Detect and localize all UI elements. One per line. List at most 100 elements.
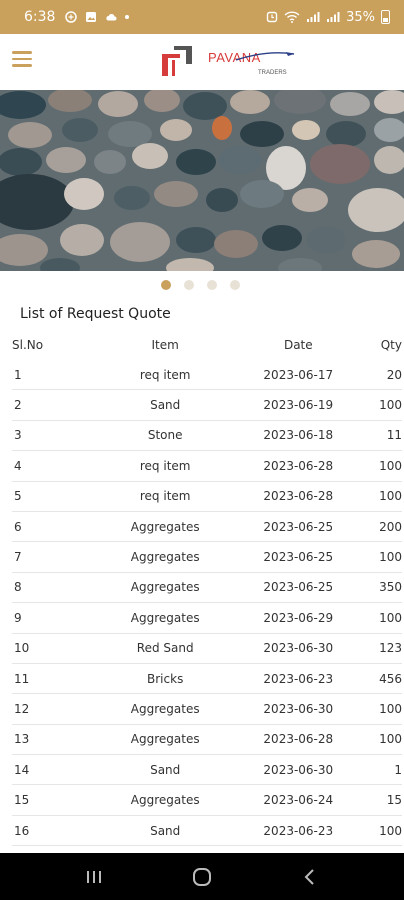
cell-qty: 100 xyxy=(379,701,402,716)
cell-slno: 3 xyxy=(14,428,22,443)
cell-date: 2023-06-17 xyxy=(263,367,334,382)
table-row[interactable]: 6 Aggregates 2023-06-25 200 xyxy=(12,512,402,543)
cell-item: Aggregates xyxy=(130,793,200,808)
cell-item: Aggregates xyxy=(130,610,200,625)
cell-date: 2023-06-24 xyxy=(263,793,334,808)
table-header: Sl.No Item Date Qty xyxy=(12,330,402,360)
table-row[interactable]: 5 req item 2023-06-28 100 xyxy=(12,482,402,512)
cell-date: 2023-06-28 xyxy=(263,489,334,504)
cell-item: Sand xyxy=(150,762,181,777)
table-row[interactable]: 1 req item 2023-06-17 20 xyxy=(12,360,402,391)
brand-logo: PAVANA TRADERS xyxy=(162,42,302,82)
cell-date: 2023-06-28 xyxy=(263,458,334,473)
back-icon[interactable] xyxy=(290,862,330,892)
carousel-dot-4[interactable] xyxy=(230,280,240,290)
logo-swoosh-icon xyxy=(236,52,295,61)
alarm-icon xyxy=(266,11,278,23)
cloud-icon xyxy=(106,13,117,21)
table-row[interactable]: 15 Aggregates 2023-06-24 15 xyxy=(12,785,402,816)
column-header-date: Date xyxy=(283,338,313,352)
app-notification-icon xyxy=(65,11,78,23)
table-row[interactable]: 10 Red Sand 2023-06-30 123 xyxy=(12,634,402,664)
cell-qty: 100 xyxy=(379,732,402,747)
cell-qty: 100 xyxy=(379,489,402,504)
cell-slno: 5 xyxy=(14,489,22,504)
column-header-item: Item xyxy=(151,338,179,352)
request-quote-table: Sl.No Item Date Qty 1 req item 2023-06-17 2… xyxy=(12,330,402,847)
table-row[interactable]: 13 Aggregates 2023-06-28 100 xyxy=(12,725,402,756)
cell-date: 2023-06-23 xyxy=(263,823,334,838)
cell-item: Aggregates xyxy=(130,732,200,747)
table-row[interactable]: 7 Aggregates 2023-06-25 100 xyxy=(12,542,402,573)
cell-slno: 10 xyxy=(14,641,30,656)
cell-qty: 15 xyxy=(386,793,402,808)
cell-date: 2023-06-30 xyxy=(263,641,334,656)
signal-icon-2 xyxy=(327,12,340,22)
status-left: 6:38 xyxy=(24,9,130,25)
status-bar: 6:38 35% xyxy=(0,0,404,34)
table-row[interactable]: 12 Aggregates 2023-06-30 100 xyxy=(12,694,402,725)
status-right: 35% xyxy=(266,10,390,25)
hamburger-menu-icon[interactable] xyxy=(12,51,32,67)
recent-apps-icon[interactable] xyxy=(74,862,114,892)
cell-qty: 1 xyxy=(394,762,402,777)
brand-sub: TRADERS xyxy=(258,70,287,76)
carousel-dot-2[interactable] xyxy=(184,280,194,290)
cell-date: 2023-06-19 xyxy=(263,398,334,413)
cell-date: 2023-06-29 xyxy=(263,610,334,625)
cell-qty: 350 xyxy=(379,580,402,595)
cell-date: 2023-06-25 xyxy=(263,580,334,595)
cell-item: Red Sand xyxy=(136,641,194,656)
cell-item: Sand xyxy=(150,398,181,413)
cell-slno: 12 xyxy=(14,701,30,716)
cell-date: 2023-06-25 xyxy=(263,550,334,565)
cell-slno: 6 xyxy=(14,519,22,534)
table-row[interactable]: 3 Stone 2023-06-18 11 xyxy=(12,421,402,452)
home-icon[interactable] xyxy=(182,862,222,892)
table-row[interactable]: 11 Bricks 2023-06-23 456 xyxy=(12,664,402,695)
status-time: 6:38 xyxy=(24,9,56,25)
cell-item: Aggregates xyxy=(130,701,200,716)
cell-qty: 100 xyxy=(379,398,402,413)
cell-item: req item xyxy=(139,367,191,382)
cell-item: Aggregates xyxy=(130,519,200,534)
cell-slno: 14 xyxy=(14,762,30,777)
cell-slno: 4 xyxy=(14,458,22,473)
column-header-qty: Qty xyxy=(380,338,402,352)
cell-qty: 20 xyxy=(386,367,402,382)
cell-qty: 100 xyxy=(379,458,402,473)
cell-date: 2023-06-25 xyxy=(263,519,334,534)
wifi-icon xyxy=(284,11,300,23)
table-row[interactable]: 8 Aggregates 2023-06-25 350 xyxy=(12,573,402,604)
cell-date: 2023-06-30 xyxy=(263,701,334,716)
cell-date: 2023-06-18 xyxy=(263,428,334,443)
cell-qty: 100 xyxy=(379,823,402,838)
column-header-slno: Sl.No xyxy=(12,338,44,352)
carousel-dot-1[interactable] xyxy=(161,280,171,290)
table-row[interactable]: 14 Sand 2023-06-30 1 xyxy=(12,755,402,786)
gallery-icon xyxy=(86,12,97,22)
table-row[interactable]: 9 Aggregates 2023-06-29 100 xyxy=(12,603,402,634)
cell-slno: 16 xyxy=(14,823,30,838)
more-notifications-dot xyxy=(125,15,130,19)
table-row[interactable]: 4 req item 2023-06-28 100 xyxy=(12,451,402,482)
carousel-dot-3[interactable] xyxy=(207,280,217,290)
cell-qty: 200 xyxy=(379,519,402,534)
cell-qty: 100 xyxy=(379,550,402,565)
system-nav-bar xyxy=(0,853,404,900)
table-row[interactable]: 2 Sand 2023-06-19 100 xyxy=(12,390,402,421)
cell-item: Aggregates xyxy=(130,580,200,595)
cell-qty: 11 xyxy=(386,428,402,443)
battery-text: 35% xyxy=(346,9,375,25)
cell-date: 2023-06-30 xyxy=(263,762,334,777)
logo-mark-icon xyxy=(162,46,192,76)
cell-slno: 13 xyxy=(14,732,30,747)
pebbles-image xyxy=(0,90,404,271)
banner-carousel[interactable] xyxy=(0,90,404,271)
cell-qty: 123 xyxy=(379,641,402,656)
cell-slno: 9 xyxy=(14,610,22,625)
cell-slno: 2 xyxy=(14,398,22,413)
cell-slno: 8 xyxy=(14,580,22,595)
cell-slno: 11 xyxy=(14,671,30,686)
table-row[interactable]: 16 Sand 2023-06-23 100 xyxy=(12,816,402,847)
